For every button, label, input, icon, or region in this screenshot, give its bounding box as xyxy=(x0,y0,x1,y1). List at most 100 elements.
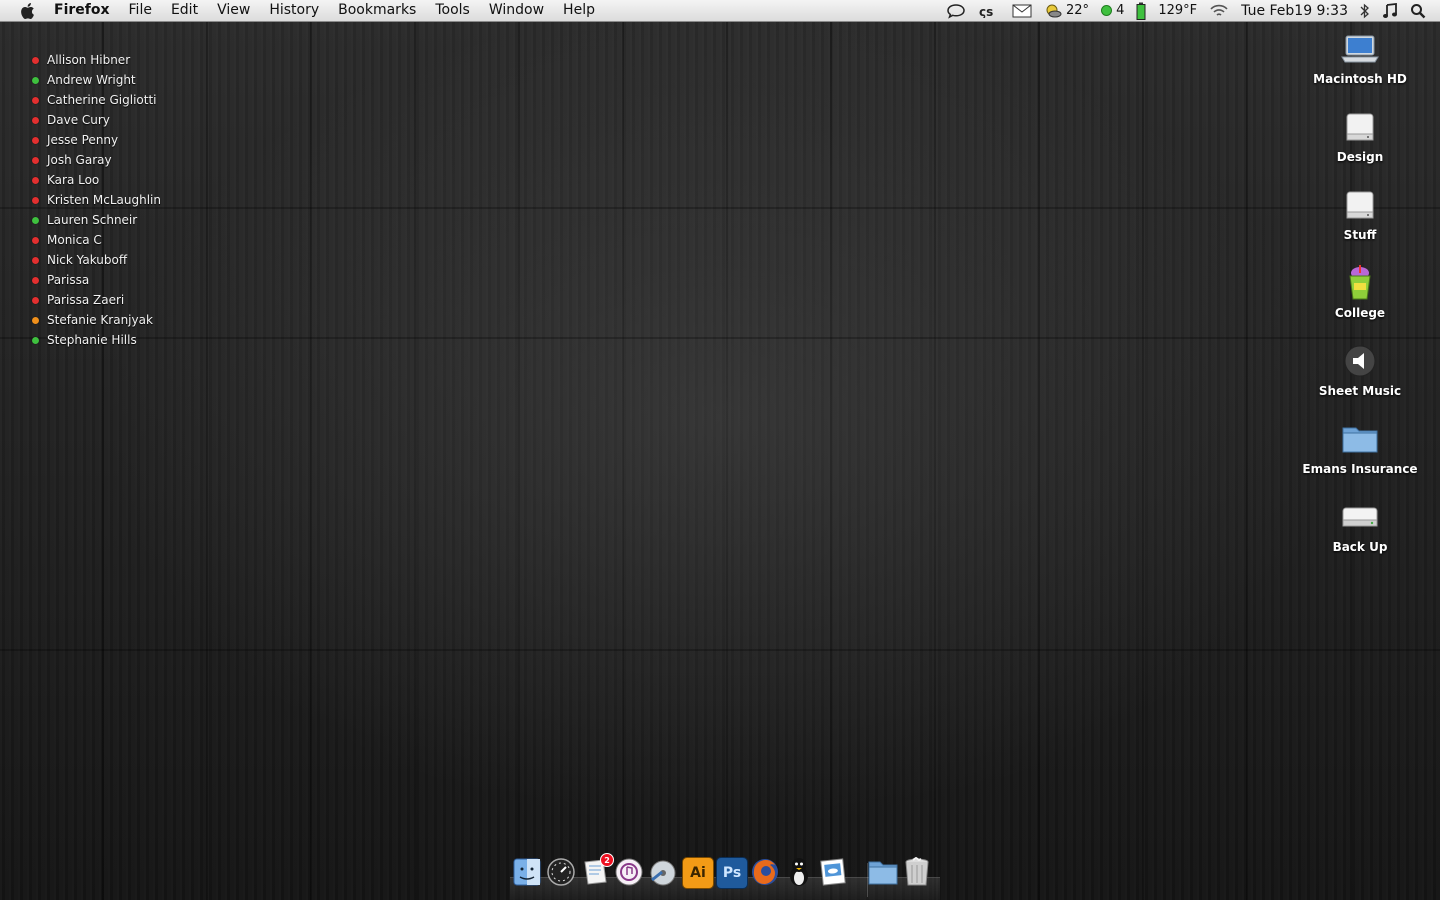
online-buddies-widget[interactable]: 4 xyxy=(1101,3,1124,18)
menu-view[interactable]: View xyxy=(217,0,250,21)
buddy-item[interactable]: Jesse Penny xyxy=(32,130,161,150)
status-dot-icon xyxy=(32,156,39,164)
buddy-name: Catherine Gigliotti xyxy=(47,93,157,107)
menu-help[interactable]: Help xyxy=(563,0,595,21)
desktop-icon-design[interactable]: Design xyxy=(1280,108,1440,164)
buddy-list: Allison Hibner Andrew Wright Catherine G… xyxy=(32,50,161,350)
buddy-name: Jesse Penny xyxy=(47,133,119,147)
speaker-icon xyxy=(1341,342,1379,380)
desktop-icon-label: Stuff xyxy=(1343,228,1377,242)
buddy-item[interactable]: Parissa xyxy=(32,270,161,290)
menu-edit[interactable]: Edit xyxy=(171,0,198,21)
status-dot-icon xyxy=(32,236,39,244)
buddy-item[interactable]: Monica C xyxy=(32,230,161,250)
svg-text:ςs: ςs xyxy=(979,5,993,18)
status-dot-icon xyxy=(32,76,39,84)
online-count: 4 xyxy=(1116,3,1125,18)
desktop-icon-sheet-music[interactable]: Sheet Music xyxy=(1280,342,1440,398)
desktop-icon-emans-insurance[interactable]: Emans Insurance xyxy=(1280,420,1440,476)
buddy-name: Allison Hibner xyxy=(47,53,131,67)
menu-tools[interactable]: Tools xyxy=(435,0,470,21)
menu-history[interactable]: History xyxy=(269,0,319,21)
buddy-item[interactable]: Stefanie Kranjyak xyxy=(32,310,161,330)
itunes-icon[interactable] xyxy=(614,857,644,887)
buddy-item[interactable]: Stephanie Hills xyxy=(32,330,161,350)
buddy-item[interactable]: Kara Loo xyxy=(32,170,161,190)
plank-seam xyxy=(0,337,1440,339)
wifi-icon[interactable] xyxy=(1209,4,1229,18)
desktop-icon-stuff[interactable]: Stuff xyxy=(1280,186,1440,242)
buddy-name: Kara Loo xyxy=(47,173,100,187)
adium-icon[interactable] xyxy=(784,857,814,887)
itunes-note-icon[interactable] xyxy=(1382,2,1398,19)
buddy-item[interactable]: Allison Hibner xyxy=(32,50,161,70)
status-dot-icon xyxy=(32,176,39,184)
menubar-clock[interactable]: Tue Feb19 9:33 xyxy=(1241,3,1348,19)
illustrator-icon[interactable]: Ai xyxy=(682,857,714,889)
weather-temperature: 22° xyxy=(1066,3,1090,18)
desktop-icon-label: Emans Insurance xyxy=(1302,462,1418,476)
buddy-name: Stephanie Hills xyxy=(47,333,137,347)
menu-bookmarks[interactable]: Bookmarks xyxy=(338,0,416,21)
illustrator-label: Ai xyxy=(690,865,706,881)
mail-icon[interactable]: 2 xyxy=(580,853,614,887)
status-dot-icon xyxy=(32,276,39,284)
buddy-name: Andrew Wright xyxy=(47,73,136,87)
mail-badge: 2 xyxy=(600,853,614,867)
buddy-item[interactable]: Kristen McLaughlin xyxy=(32,190,161,210)
cpu-temperature[interactable]: 129°F xyxy=(1158,3,1197,18)
disk-utility-icon[interactable] xyxy=(648,857,678,887)
weather-icon xyxy=(1046,4,1062,17)
finder-icon[interactable] xyxy=(512,857,542,887)
laptop-drive-icon xyxy=(1341,30,1379,68)
desktop-icon-macintosh-hd[interactable]: Macintosh HD xyxy=(1280,30,1440,86)
buddy-item[interactable]: Parissa Zaeri xyxy=(32,290,161,310)
chat-bubble-icon[interactable] xyxy=(946,3,966,19)
desktop-icon-label: Sheet Music xyxy=(1318,384,1402,398)
bluetooth-icon[interactable] xyxy=(1360,3,1370,19)
folder-icon xyxy=(1341,420,1379,458)
status-dot-icon xyxy=(32,136,39,144)
plank-seam xyxy=(0,207,1440,209)
firefox-icon[interactable] xyxy=(750,857,780,887)
buddy-item[interactable]: Josh Garay xyxy=(32,150,161,170)
desktop-icon-back-up[interactable]: Back Up xyxy=(1280,498,1440,554)
buddy-name: Parissa xyxy=(47,273,90,287)
apple-menu-icon[interactable] xyxy=(18,2,36,20)
menu-file[interactable]: File xyxy=(129,0,152,21)
app-menu-firefox[interactable]: Firefox xyxy=(54,0,110,21)
buddy-item[interactable]: Catherine Gigliotti xyxy=(32,90,161,110)
documents-folder-icon[interactable] xyxy=(868,857,898,887)
battery-icon[interactable] xyxy=(1136,2,1146,20)
dashboard-icon[interactable] xyxy=(546,857,576,887)
drive-icon xyxy=(1341,108,1379,146)
buddy-item[interactable]: Lauren Schneir xyxy=(32,210,161,230)
buddy-item[interactable]: Dave Cury xyxy=(32,110,161,130)
trash-icon[interactable] xyxy=(902,857,932,887)
buddy-name: Kristen McLaughlin xyxy=(47,193,161,207)
status-dot-icon xyxy=(32,96,39,104)
buddy-item[interactable]: Nick Yakuboff xyxy=(32,250,161,270)
desktop-background xyxy=(0,22,1440,900)
plank-seam xyxy=(0,649,1440,651)
buddy-name: Nick Yakuboff xyxy=(47,253,128,267)
photoshop-label: Ps xyxy=(722,865,742,881)
status-dot-icon xyxy=(32,116,39,124)
preview-icon[interactable] xyxy=(818,857,848,887)
weather-widget[interactable]: 22° xyxy=(1044,3,1089,19)
desktop-icon-college[interactable]: College xyxy=(1280,264,1440,320)
dock: 2 Ai Ps xyxy=(510,853,940,900)
buddy-name: Parissa Zaeri xyxy=(47,293,125,307)
buddy-item[interactable]: Andrew Wright xyxy=(32,70,161,90)
mail-envelope-icon[interactable] xyxy=(1012,4,1032,18)
buddy-name: Stefanie Kranjyak xyxy=(47,313,153,327)
spotlight-search-icon[interactable] xyxy=(1410,3,1426,19)
desktop-icon-label: College xyxy=(1334,306,1386,320)
lastfm-icon[interactable]: ςs xyxy=(978,4,1000,18)
desktop-icon-label: Back Up xyxy=(1332,540,1388,554)
buddy-name: Monica C xyxy=(47,233,102,247)
status-dot-icon xyxy=(32,56,39,64)
photoshop-icon[interactable]: Ps xyxy=(716,857,748,889)
menu-window[interactable]: Window xyxy=(489,0,544,21)
status-dot-icon xyxy=(32,336,39,344)
